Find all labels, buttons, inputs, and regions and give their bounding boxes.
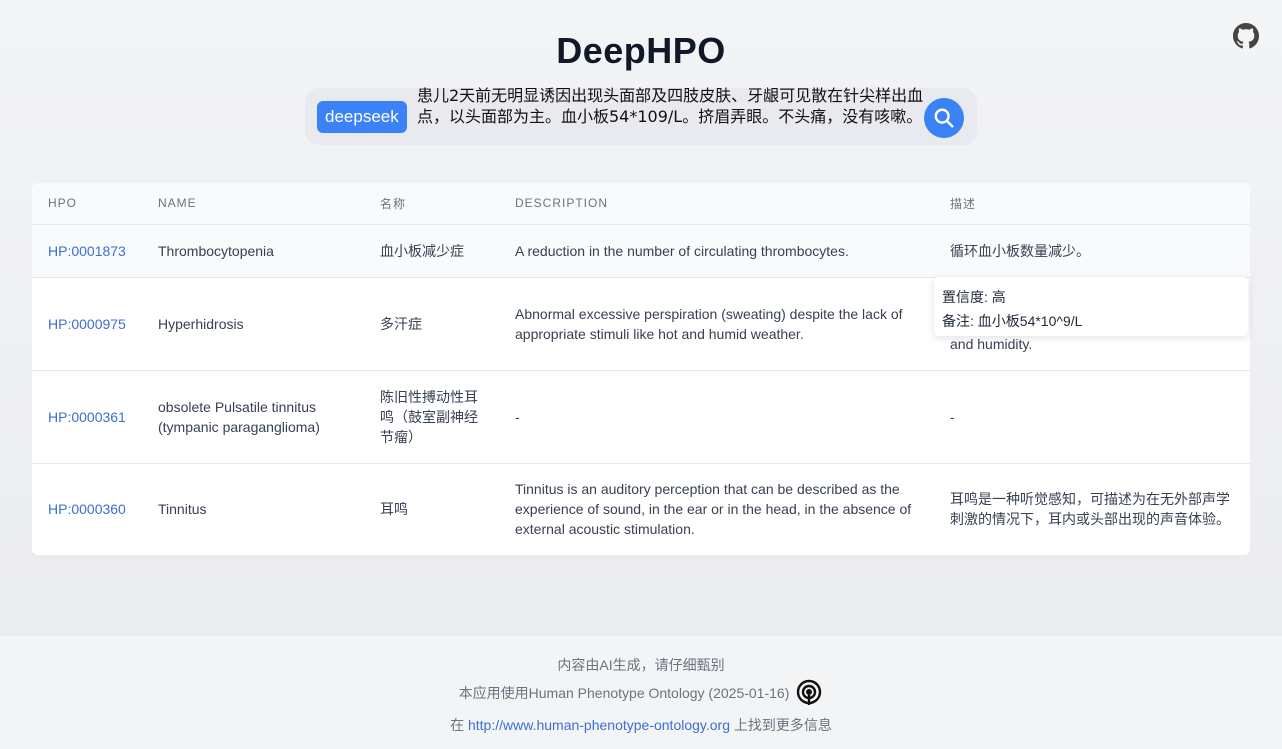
table-row: HP:0000360 Tinnitus 耳鸣 Tinnitus is an au…: [32, 463, 1250, 555]
column-header-description: DESCRIPTION: [499, 183, 934, 225]
hpo-description-cn: 耳鸣是一种听觉感知，可描述为在无外部声学刺激的情况下，耳内或头部出现的声音体验。: [950, 491, 1230, 528]
hpo-name: Hyperhidrosis: [142, 277, 364, 371]
results-table: HPO NAME 名称 DESCRIPTION 描述 HP:0001873 Th…: [32, 183, 1250, 555]
hpo-website-link[interactable]: http://www.human-phenotype-ontology.org: [468, 717, 730, 733]
hpo-logo-icon: [797, 679, 822, 705]
hpo-name: obsolete Pulsatile tinnitus (tympanic pa…: [142, 370, 364, 464]
footer-disclaimer: 内容由AI生成，请仔细甄别: [557, 657, 725, 673]
table-row: HP:0000361 obsolete Pulsatile tinnitus (…: [32, 370, 1250, 464]
footer-ontology: 本应用使用Human Phenotype Ontology (2025-01-1…: [458, 685, 790, 701]
hpo-link[interactable]: HP:0000361: [48, 409, 126, 425]
hpo-description-cn: 循环血小板数量减少。: [934, 224, 1250, 278]
column-header-description-cn: 描述: [934, 183, 1250, 225]
hpo-description: A reduction in the number of circulating…: [499, 224, 934, 278]
footer: 内容由AI生成，请仔细甄别 本应用使用Human Phenotype Ontol…: [0, 636, 1282, 749]
footer-more-prefix: 在: [450, 717, 465, 733]
page-title: DeepHPO: [556, 30, 726, 71]
hpo-name: Tinnitus: [158, 501, 207, 518]
hpo-link[interactable]: HP:0001873: [48, 243, 126, 259]
hpo-description: Abnormal excessive perspiration (sweatin…: [499, 277, 934, 371]
hpo-name-cn: 多汗症: [364, 277, 499, 371]
footer-ontology-line: 本应用使用Human Phenotype Ontology (2025-01-1…: [0, 679, 1282, 707]
footer-more-info: 在 http://www.human-phenotype-ontology.or…: [0, 715, 1282, 735]
search-button[interactable]: [924, 98, 964, 138]
tooltip-note: 备注: 血小板54*10^9/L: [942, 313, 1083, 329]
tooltip: 置信度: 高 备注: 血小板54*10^9/L: [934, 277, 1248, 336]
hpo-name-cn: 血小板减少症: [364, 224, 499, 278]
table-header: HPO NAME 名称 DESCRIPTION 描述: [32, 183, 1250, 225]
model-selector[interactable]: deepseek: [317, 101, 407, 133]
column-header-hpo: HPO: [32, 183, 142, 225]
footer-more-suffix: 上找到更多信息: [733, 717, 832, 733]
hpo-description: -: [499, 370, 934, 464]
column-header-name-cn: 名称: [364, 183, 499, 225]
hpo-name-cn: 陈旧性搏动性耳鸣（鼓室副神经节瘤）: [364, 370, 499, 464]
search-input[interactable]: 患儿2天前无明显诱因出现头面部及四肢皮肤、牙龈可见散在针尖样出血点，以头面部为主…: [417, 85, 927, 145]
hpo-link[interactable]: HP:0000975: [48, 316, 126, 332]
tooltip-confidence: 置信度: 高: [942, 289, 1006, 305]
column-header-name: NAME: [142, 183, 364, 225]
hpo-name: Thrombocytopenia: [142, 224, 364, 278]
hpo-name-cn: 耳鸣: [380, 501, 408, 518]
hpo-link[interactable]: HP:0000360: [48, 501, 126, 517]
hpo-description: Tinnitus is an auditory perception that …: [515, 481, 912, 538]
search-bar: deepseek 患儿2天前无明显诱因出现头面部及四肢皮肤、牙龈可见散在针尖样出…: [305, 85, 977, 145]
hpo-description-cn: -: [934, 370, 1250, 464]
table-row: HP:0001873 Thrombocytopenia 血小板减少症 A red…: [32, 224, 1250, 278]
search-icon: [934, 108, 954, 128]
